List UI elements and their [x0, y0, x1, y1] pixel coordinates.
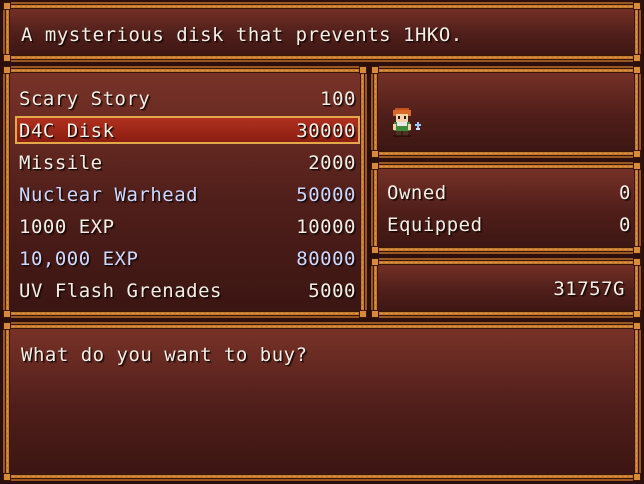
- frame-corner: [3, 473, 11, 481]
- frame-corner: [371, 246, 379, 254]
- item-name: 10,000 EXP: [19, 248, 139, 270]
- frame-corner: [359, 310, 367, 318]
- equipped-value: 0: [619, 214, 631, 236]
- item-price: 2000: [308, 152, 356, 174]
- frame-corner: [633, 310, 641, 318]
- shop-item-scary-story[interactable]: Scary Story 100: [15, 84, 360, 112]
- shop-item-missile[interactable]: Missile 2000: [15, 148, 360, 176]
- frame-corner: [633, 66, 641, 74]
- frame-corner: [633, 162, 641, 170]
- help-window: A mysterious disk that prevents 1HKO.: [3, 2, 641, 62]
- owned-row: Owned 0: [387, 178, 631, 206]
- actor-sprite-icon: [393, 108, 421, 137]
- item-price: 100: [320, 88, 356, 110]
- frame-corner: [633, 322, 641, 330]
- frame-corner: [3, 322, 11, 330]
- frame-corner: [633, 150, 641, 158]
- frame-corner: [633, 258, 641, 266]
- shop-item-uv-flash-grenades[interactable]: UV Flash Grenades 5000: [15, 276, 360, 304]
- gold-amount: 31757G: [553, 278, 625, 300]
- frame-corner: [633, 473, 641, 481]
- possession-window: Owned 0 Equipped 0: [371, 162, 641, 254]
- actor-window: [371, 66, 641, 158]
- frame-corner: [371, 258, 379, 266]
- item-name: UV Flash Grenades: [19, 280, 222, 302]
- item-price: 50000: [296, 184, 356, 206]
- equipped-label: Equipped: [387, 214, 483, 236]
- frame-corner: [371, 310, 379, 318]
- frame-corner: [633, 2, 641, 10]
- shop-item-10000-exp[interactable]: 10,000 EXP 80000: [15, 244, 360, 272]
- frame-corner: [371, 150, 379, 158]
- item-name: Missile: [19, 152, 103, 174]
- shop-item-d4c-disk[interactable]: D4C Disk 30000: [15, 116, 360, 144]
- item-price: 5000: [308, 280, 356, 302]
- frame-corner: [371, 66, 379, 74]
- frame-corner: [371, 162, 379, 170]
- frame-corner: [359, 66, 367, 74]
- shop-item-nuclear-warhead[interactable]: Nuclear Warhead 50000: [15, 180, 360, 208]
- shop-item-list: Scary Story 100 D4C Disk 30000 Missile 2…: [3, 66, 367, 318]
- item-name: Scary Story: [19, 88, 151, 110]
- buy-prompt: What do you want to buy?: [21, 344, 308, 366]
- item-price: 30000: [296, 120, 356, 142]
- frame-corner: [3, 66, 11, 74]
- frame-corner: [633, 54, 641, 62]
- item-name: D4C Disk: [19, 120, 115, 142]
- shop-item-1000-exp[interactable]: 1000 EXP 10000: [15, 212, 360, 240]
- item-description: A mysterious disk that prevents 1HKO.: [21, 24, 463, 46]
- item-price: 80000: [296, 248, 356, 270]
- equipped-row: Equipped 0: [387, 210, 631, 238]
- frame-corner: [3, 310, 11, 318]
- owned-label: Owned: [387, 182, 447, 204]
- gold-window: 31757G: [371, 258, 641, 318]
- frame-corner: [3, 2, 11, 10]
- item-name: Nuclear Warhead: [19, 184, 199, 206]
- frame-corner: [3, 54, 11, 62]
- item-price: 10000: [296, 216, 356, 238]
- owned-value: 0: [619, 182, 631, 204]
- message-window: What do you want to buy?: [3, 322, 641, 481]
- frame-corner: [633, 246, 641, 254]
- item-name: 1000 EXP: [19, 216, 115, 238]
